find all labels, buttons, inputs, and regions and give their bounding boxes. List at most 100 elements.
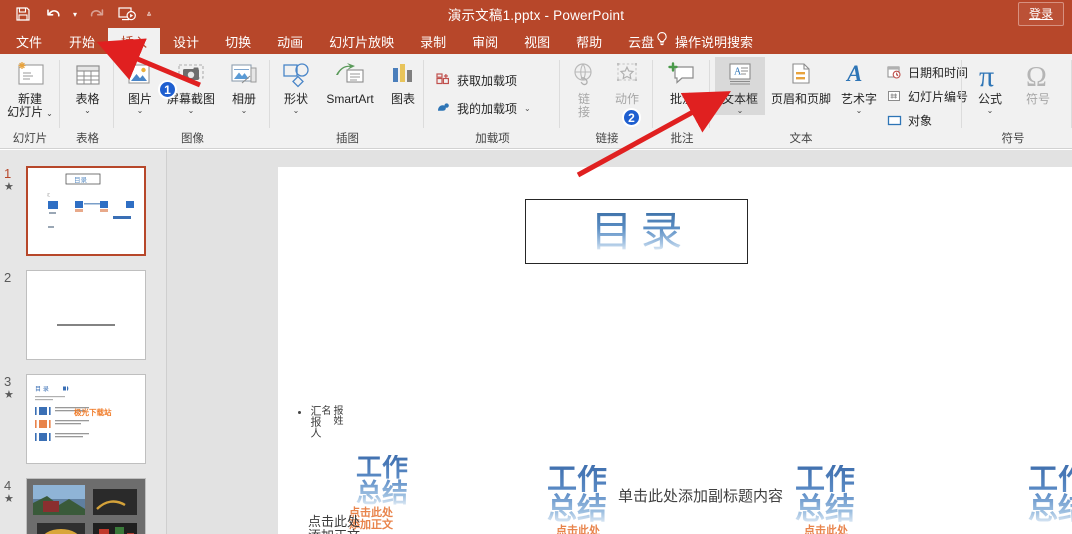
powerpoint-window: 演示文稿1.pptx - PowerPoint ▾ ⩓ 登录 文件 开始 插入 [0,0,1072,534]
chart-button[interactable]: 图表 [383,57,423,106]
wordart-block-2[interactable]: 工作 总结 [542,465,612,525]
thumbnail-slide-4[interactable] [26,478,146,534]
header-footer-icon [787,57,815,91]
comment-button[interactable]: 批注 [658,57,706,106]
undo-icon[interactable] [38,1,68,27]
equation-dropdown-icon[interactable]: ⌄ [987,107,994,115]
tell-me-search[interactable]: 操作说明搜索 [655,28,753,54]
svg-text:Ω: Ω [1026,62,1047,91]
subtitle-placeholder[interactable]: 单击此处添加副标题内容 [618,485,783,506]
group-separator [113,60,114,128]
equation-button[interactable]: π 公式 ⌄ [967,57,1013,115]
slide-title-textbox[interactable]: 目录 [525,199,748,264]
tab-file[interactable]: 文件 [0,28,56,54]
login-button[interactable]: 登录 [1017,2,1064,26]
tab-design[interactable]: 设计 [160,28,212,54]
customize-qat-icon[interactable]: ⩓ [142,1,156,27]
tab-slideshow[interactable]: 幻灯片放映 [316,28,407,54]
wordart-dropdown-icon[interactable]: ⌄ [856,107,863,115]
tab-insert[interactable]: 插入 [108,28,161,54]
wordart-block-1[interactable]: 工作 总结 [352,455,412,507]
ribbon-group-tables: 表格 ⌄ 表格 [61,54,114,148]
table-button[interactable]: 表格 ⌄ [61,57,114,115]
link-button[interactable]: 链 接 [563,57,605,119]
ribbon-group-label-tables: 表格 [76,133,99,145]
thumbnail-slide-2[interactable] [26,270,146,360]
thumbnail-row-3[interactable]: 3 ★ 目 录 极光下载站 [0,374,166,470]
thumbnail-row-4[interactable]: 4 ★ [0,478,166,534]
picture-button[interactable]: 图片 ⌄ [117,57,163,115]
textbox-dropdown-icon[interactable]: ⌄ [737,107,744,115]
undo-dropdown-icon[interactable]: ▾ [68,1,82,27]
shapes-dropdown-icon[interactable]: ⌄ [293,107,300,115]
picture-icon [125,57,155,91]
thumbnail-row-2[interactable]: 2 [0,270,166,366]
ribbon-tab-strip: 文件 开始 插入 设计 切换 动画 幻灯片放映 录制 审阅 视图 帮助 云盘 操… [0,28,1072,54]
tab-help[interactable]: 帮助 [563,28,615,54]
textbox-button[interactable]: A 文本框 ⌄ [715,57,765,115]
date-time-label: 日期和时间 [908,65,969,80]
date-time-button[interactable]: 日期和时间 [886,62,968,82]
object-button[interactable]: 对象 [886,110,932,130]
slide-number-button[interactable]: 幻灯片编号 [886,86,968,106]
wordart-1-line2: 总结 [355,479,408,509]
thumbnail-slide-1[interactable]: 目录 汇 [26,166,146,256]
photo-album-button[interactable]: 相册 ⌄ [221,57,267,115]
thumbnail-row-1[interactable]: 1 ★ 目录 汇 [0,166,166,262]
slide-number-label: 幻灯片编号 [908,89,969,104]
shapes-icon [280,57,312,91]
thumbnail-number-1: 1 [4,166,12,181]
shapes-button[interactable]: 形状 ⌄ [273,57,319,115]
screenshot-dropdown-icon[interactable]: ⌄ [188,107,195,115]
tab-record[interactable]: 录制 [407,28,459,54]
ribbon-group-images: 图片 ⌄ 屏幕截图 ⌄ 相册 ⌄ 图像 [115,54,270,148]
equation-label: 公式 [977,92,1002,106]
thumbnail-slide-3[interactable]: 目 录 极光下载站 [26,374,146,464]
shapes-label: 形状 [283,92,308,106]
header-footer-button[interactable]: 页眉和页脚 [767,57,835,106]
date-time-icon [886,64,903,81]
ribbon-group-label-images: 图像 [181,133,204,145]
group-separator [709,60,710,128]
save-icon[interactable] [8,1,38,27]
my-addins-icon [435,100,452,117]
wordart-block-4[interactable]: 工作 总结 [1028,465,1072,525]
my-addins-dropdown-icon[interactable]: ⌄ [524,104,531,113]
symbol-button[interactable]: Ω 符号 [1015,57,1061,106]
smartart-button[interactable]: SmartArt [319,57,381,106]
bullet-dot-icon [298,411,301,414]
table-dropdown-icon[interactable]: ⌄ [84,107,91,115]
thumbnail-number-3: 3 [4,374,12,389]
ribbon-group-slides: 新建 幻灯片 ⌄ 幻灯片 [0,54,60,148]
my-addins-label: 我的加载项 [457,101,518,116]
get-addins-label: 获取加载项 [457,73,518,88]
wordart-block-3[interactable]: 工作 总结 [790,465,860,525]
tab-review[interactable]: 审阅 [459,28,511,54]
action-button[interactable]: 动作 [605,57,649,106]
picture-dropdown-icon[interactable]: ⌄ [137,107,144,115]
tab-animations[interactable]: 动画 [264,28,316,54]
wordart-sub-3: 点击此处 添加正文 [784,525,868,534]
action-label: 动作 [614,92,639,106]
object-label: 对象 [908,113,933,128]
click-here-line1: 点击此处 [308,514,361,529]
wordart-button[interactable]: A 艺术字 ⌄ [837,57,881,115]
tab-transitions[interactable]: 切换 [212,28,264,54]
slide-title-reflection: 目录 [525,259,748,293]
new-slide-button[interactable]: 新建 幻灯片 ⌄ [2,57,58,119]
slide-canvas[interactable]: 目录 目录 汇报人 报姓名 工作 总结 点击此处 添加正文 工作 总结 点击此处… [278,167,1072,534]
my-addins-button[interactable]: 我的加载项 ⌄ [435,98,531,118]
ribbon-group-label-links: 链接 [595,133,619,145]
tab-view[interactable]: 视图 [511,28,563,54]
reporter-bullet[interactable]: 汇报人 报姓名 [298,405,342,441]
get-addins-button[interactable]: 获取加载项 [435,70,517,90]
start-slideshow-icon[interactable] [112,1,142,27]
chart-icon [388,57,418,91]
action-icon [613,57,641,91]
tab-home[interactable]: 开始 [56,28,108,54]
group-separator [423,60,424,128]
ribbon-group-label-symbols: 符号 [1001,133,1025,145]
click-here-text[interactable]: 点击此处 添加正文 [308,515,360,534]
slide-thumbnail-pane[interactable]: 1 ★ 目录 汇 2 3 ★ 目 录 极光下载站 4 ★ [0,150,166,534]
photo-album-dropdown-icon[interactable]: ⌄ [241,107,248,115]
